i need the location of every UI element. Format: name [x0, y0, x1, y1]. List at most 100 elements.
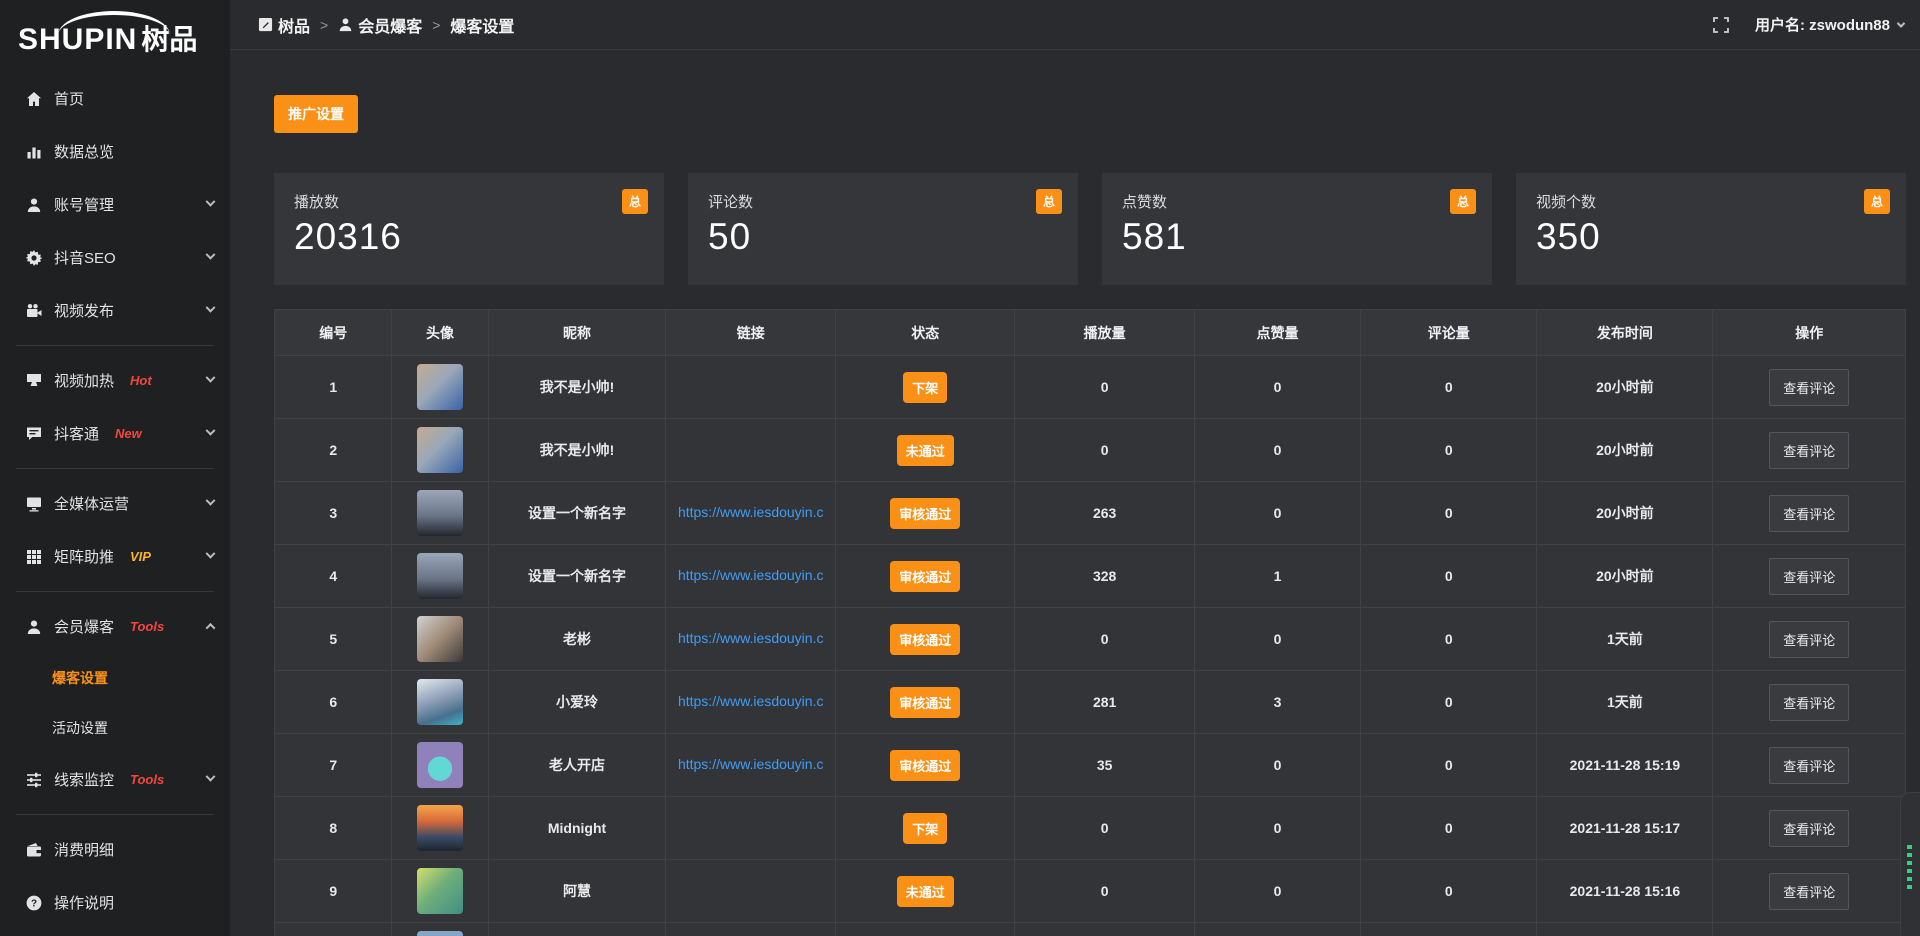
status-badge[interactable]: 审核通过: [890, 498, 960, 529]
video-link[interactable]: https://www.iesdouyin.c: [678, 693, 824, 709]
total-badge: 总: [1036, 189, 1062, 214]
breadcrumb-item-member-burst[interactable]: 会员爆客: [338, 13, 422, 37]
user-menu[interactable]: 用户名: zswodun88: [1755, 14, 1904, 35]
sidebar-subitem-burst-settings[interactable]: 爆客设置: [0, 653, 230, 703]
cell-plays: 0: [1015, 608, 1194, 671]
table-row: [275, 923, 1906, 936]
cell-likes: 1: [1194, 545, 1360, 608]
col-id: 编号: [275, 310, 392, 356]
sidebar-item-douyin-seo[interactable]: 抖音SEO: [0, 231, 230, 284]
cell-id: 5: [275, 608, 392, 671]
sidebar-item-matrix-boost[interactable]: 矩阵助推 VIP: [0, 530, 230, 583]
cell-comments: 0: [1361, 482, 1537, 545]
cell-likes: 0: [1194, 797, 1360, 860]
member-icon: [26, 619, 42, 635]
table-row: 8 Midnight 下架 0 0 0 2021-11-28 15:17 查看评…: [275, 797, 1906, 860]
cell-comments: 0: [1361, 545, 1537, 608]
sidebar-subitem-activity-settings[interactable]: 活动设置: [0, 703, 230, 753]
sidebar-item-douketong[interactable]: 抖客通 New: [0, 407, 230, 460]
sidebar-item-label: 操作说明: [54, 892, 114, 913]
fullscreen-icon[interactable]: [1713, 17, 1729, 33]
sidebar-item-omnimedia[interactable]: 全媒体运营: [0, 477, 230, 530]
video-link[interactable]: https://www.iesdouyin.c: [678, 756, 824, 772]
col-link: 链接: [666, 310, 836, 356]
cell-likes: 3: [1194, 671, 1360, 734]
chevron-down-icon: [206, 496, 216, 506]
view-comments-button[interactable]: 查看评论: [1769, 495, 1849, 532]
view-comments-button[interactable]: 查看评论: [1769, 684, 1849, 721]
cell-id: 4: [275, 545, 392, 608]
sidebar: SHUPIN树品 首页 数据总览 账号管理 抖音SEO 视频发布: [0, 0, 230, 936]
sidebar-item-video-heat[interactable]: 视频加热 Hot: [0, 354, 230, 407]
divider: [16, 468, 214, 469]
view-comments-button[interactable]: 查看评论: [1769, 747, 1849, 784]
table-row: 6 小爱玲 https://www.iesdouyin.c 审核通过 281 3…: [275, 671, 1906, 734]
status-badge[interactable]: 审核通过: [890, 750, 960, 781]
total-badge: 总: [622, 189, 648, 214]
breadcrumb-item-home[interactable]: 树品: [258, 13, 310, 37]
sidebar-nav: 首页 数据总览 账号管理 抖音SEO 视频发布 视频加热 Hot: [0, 72, 230, 929]
cell-publish-time: 20小时前: [1537, 482, 1713, 545]
avatar: [417, 679, 463, 725]
col-avatar: 头像: [392, 310, 488, 356]
view-comments-button[interactable]: 查看评论: [1769, 621, 1849, 658]
status-badge[interactable]: 下架: [903, 813, 947, 844]
col-publish-time: 发布时间: [1537, 310, 1713, 356]
sidebar-item-home[interactable]: 首页: [0, 72, 230, 125]
stat-value: 20316: [294, 216, 644, 258]
sidebar-item-label: 会员爆客: [54, 616, 114, 637]
sidebar-item-data-overview[interactable]: 数据总览: [0, 125, 230, 178]
tools-tag: Tools: [130, 619, 164, 634]
video-link[interactable]: https://www.iesdouyin.c: [678, 567, 824, 583]
cell-likes: 0: [1194, 482, 1360, 545]
video-link[interactable]: https://www.iesdouyin.c: [678, 504, 824, 520]
sidebar-item-clue-monitor[interactable]: 线索监控 Tools: [0, 753, 230, 806]
logo-arc: [58, 11, 170, 35]
cell-comments: 0: [1361, 671, 1537, 734]
grid-icon: [26, 549, 42, 565]
status-badge[interactable]: 审核通过: [890, 624, 960, 655]
view-comments-button[interactable]: 查看评论: [1769, 558, 1849, 595]
stat-value: 581: [1122, 216, 1472, 258]
table-row: 4 设置一个新名字 https://www.iesdouyin.c 审核通过 3…: [275, 545, 1906, 608]
status-badge[interactable]: 审核通过: [890, 687, 960, 718]
view-comments-button[interactable]: 查看评论: [1769, 369, 1849, 406]
sidebar-item-account-manage[interactable]: 账号管理: [0, 178, 230, 231]
cell-likes: 0: [1194, 734, 1360, 797]
chevron-down-icon: [206, 772, 216, 782]
avatar: [417, 490, 463, 536]
view-comments-button[interactable]: 查看评论: [1769, 432, 1849, 469]
chevron-down-icon: [206, 303, 216, 313]
status-badge[interactable]: 下架: [903, 372, 947, 403]
cell-nickname: 老彬: [488, 608, 666, 671]
dock-widget[interactable]: [1900, 792, 1920, 936]
sidebar-item-instructions[interactable]: ? 操作说明: [0, 876, 230, 929]
cell-plays: 328: [1015, 545, 1194, 608]
cell-id: 9: [275, 860, 392, 923]
status-badge[interactable]: 审核通过: [890, 561, 960, 592]
sidebar-item-consumption-detail[interactable]: 消费明细: [0, 823, 230, 876]
sidebar-item-label: 首页: [54, 88, 84, 109]
avatar: [417, 427, 463, 473]
cell-nickname: 我不是小帅!: [488, 356, 666, 419]
breadcrumb-label: 树品: [278, 13, 310, 37]
chevron-down-icon: [206, 197, 216, 207]
sidebar-item-video-publish[interactable]: 视频发布: [0, 284, 230, 337]
svg-text:?: ?: [31, 898, 37, 909]
view-comments-button[interactable]: 查看评论: [1769, 873, 1849, 910]
chevron-down-icon: [206, 373, 216, 383]
status-badge[interactable]: 未通过: [897, 876, 954, 907]
promo-settings-button[interactable]: 推广设置: [274, 95, 358, 133]
stat-card-videos: 视频个数 350 总: [1516, 173, 1906, 285]
avatar: [417, 553, 463, 599]
chevron-down-icon: [206, 549, 216, 559]
table-row: 2 我不是小帅! 未通过 0 0 0 20小时前 查看评论: [275, 419, 1906, 482]
avatar: [417, 742, 463, 788]
vip-tag: VIP: [130, 549, 151, 564]
sidebar-item-member-burst[interactable]: 会员爆客 Tools: [0, 600, 230, 653]
view-comments-button[interactable]: 查看评论: [1769, 810, 1849, 847]
cell-plays: 35: [1015, 734, 1194, 797]
status-badge[interactable]: 未通过: [897, 435, 954, 466]
cell-nickname: [488, 923, 666, 936]
video-link[interactable]: https://www.iesdouyin.c: [678, 630, 824, 646]
